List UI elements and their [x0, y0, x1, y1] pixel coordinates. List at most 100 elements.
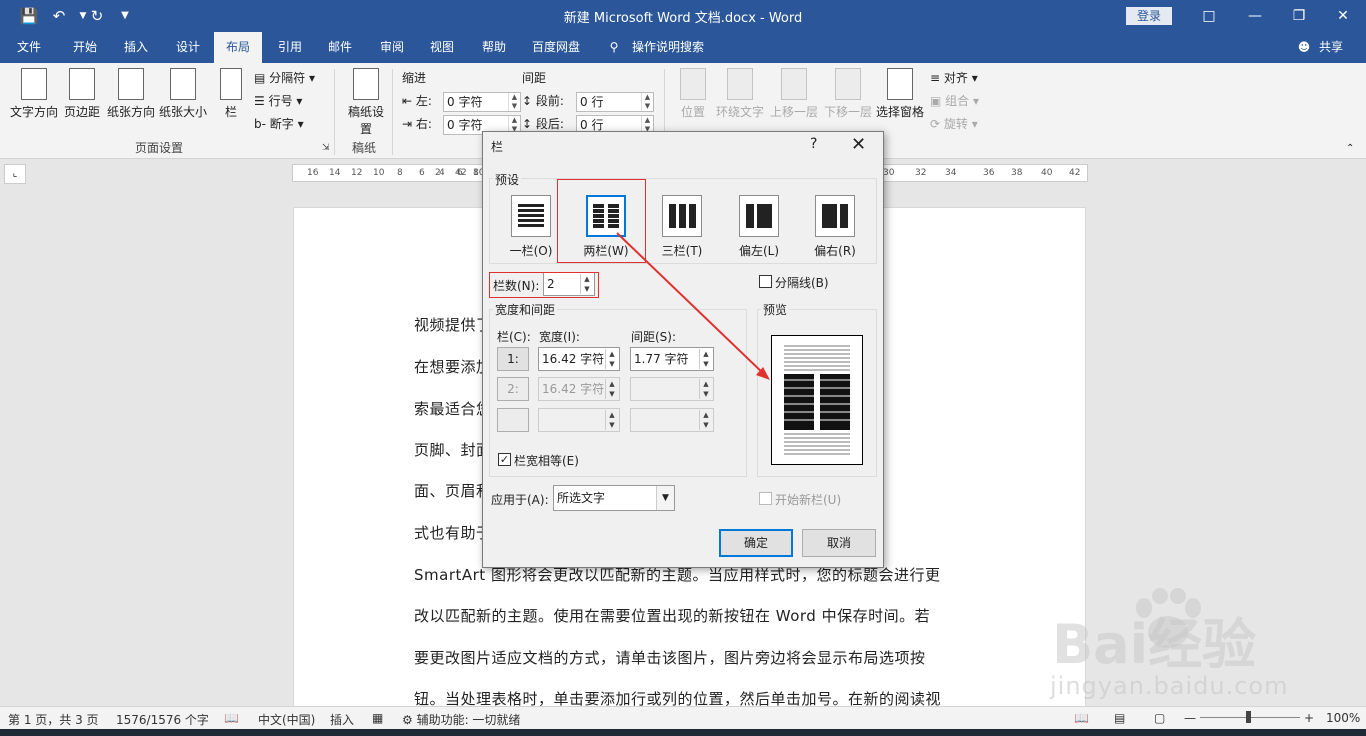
tab-references[interactable]: 引用 — [268, 32, 312, 63]
margins-button[interactable]: 页边距 — [62, 68, 102, 120]
margins-icon — [69, 68, 95, 100]
start-new-column-checkbox[interactable] — [759, 492, 772, 505]
text-direction-button[interactable]: 文字方向 — [8, 68, 60, 120]
word-count[interactable]: 1576/1576 个字 — [116, 711, 209, 728]
line-numbers-button[interactable]: ☰ 行号 ▾ — [254, 91, 302, 111]
insert-mode[interactable]: 插入 — [330, 711, 354, 728]
tell-me-search[interactable]: 操作说明搜索 — [632, 32, 712, 63]
web-layout-icon[interactable]: ▢ — [1154, 711, 1165, 725]
size-button[interactable]: 纸张大小 — [158, 68, 208, 120]
equal-width-label[interactable]: 栏宽相等(E) — [514, 452, 579, 469]
restore-icon[interactable]: ❐ — [1276, 0, 1322, 32]
col-1-width-input[interactable]: 16.42 字符 ▲ ▼ — [538, 347, 620, 371]
zoom-slider-thumb[interactable] — [1246, 711, 1251, 723]
group-button[interactable]: ▣ 组合 ▾ — [930, 91, 979, 111]
spinner-arrows-icon[interactable]: ▲ ▼ — [699, 349, 712, 369]
print-layout-icon[interactable]: ▤ — [1114, 711, 1125, 725]
spinner-arrows-icon[interactable]: ▲ ▼ — [605, 379, 618, 399]
indent-left-input[interactable]: 0 字符 ▲ ▼ — [443, 92, 521, 112]
send-backward-button[interactable]: 下移一层 — [822, 68, 874, 120]
ribbon-display-options-icon[interactable]: □ — [1186, 0, 1232, 32]
preset-one-label[interactable]: 一栏(O) — [501, 242, 561, 259]
send-backward-icon — [835, 68, 861, 100]
col-row-3[interactable] — [497, 408, 529, 432]
accessibility-status[interactable]: ⚙ 辅助功能: 一切就绪 — [402, 711, 520, 728]
read-mode-icon[interactable]: 📖 — [1074, 711, 1089, 725]
start-new-column-label[interactable]: 开始新栏(U) — [775, 491, 841, 508]
close-icon[interactable]: ✕ — [851, 134, 866, 155]
page-setup-launcher-icon[interactable]: ⇲ — [322, 143, 330, 153]
col-2-width-input[interactable]: 16.42 字符 ▲ ▼ — [538, 377, 620, 401]
tab-mailings[interactable]: 邮件 — [318, 32, 362, 63]
col-1-spacing-input[interactable]: 1.77 字符 ▲ ▼ — [630, 347, 714, 371]
draft-group-label: 稿纸 — [352, 141, 377, 155]
cancel-button[interactable]: 取消 — [802, 529, 876, 557]
tab-design[interactable]: 设计 — [166, 32, 210, 63]
preset-left-label[interactable]: 偏左(L) — [729, 242, 789, 259]
proofing-icon[interactable]: 📖 — [224, 711, 239, 725]
tab-review[interactable]: 审阅 — [370, 32, 414, 63]
spinner-arrows-icon[interactable]: ▲ ▼ — [508, 93, 520, 111]
spinner-arrows-icon[interactable]: ▲ ▼ — [699, 410, 712, 430]
preset-right-label[interactable]: 偏右(R) — [805, 242, 865, 259]
col-3-spacing-input[interactable]: ▲ ▼ — [630, 408, 714, 432]
chevron-down-icon[interactable]: ▼ — [656, 486, 674, 510]
preset-one-icon[interactable] — [511, 195, 551, 237]
hyphenation-button[interactable]: b‐ 断字 ▾ — [254, 114, 304, 134]
tab-view[interactable]: 视图 — [420, 32, 464, 63]
col-row-1[interactable]: 1: — [497, 347, 529, 371]
language[interactable]: 中文(中国) — [258, 711, 315, 728]
tab-home[interactable]: 开始 — [62, 32, 108, 63]
tab-file[interactable]: 文件 — [8, 32, 50, 63]
line-between-label[interactable]: 分隔线(B) — [775, 274, 829, 291]
align-button[interactable]: ≡ 对齐 ▾ — [930, 68, 978, 88]
macro-icon[interactable]: ▦ — [372, 711, 383, 725]
col-row-2[interactable]: 2: — [497, 377, 529, 401]
selection-pane-icon — [887, 68, 913, 100]
preset-right-icon[interactable] — [815, 195, 855, 237]
apply-to-select[interactable]: 所选文字 ▼ — [553, 485, 675, 511]
zoom-in-icon[interactable]: + — [1304, 711, 1314, 725]
col-3-width-input[interactable]: ▲ ▼ — [538, 408, 620, 432]
equal-width-checkbox[interactable]: ✓ — [498, 453, 511, 466]
preset-three-icon[interactable] — [662, 195, 702, 237]
tab-help[interactable]: 帮助 — [472, 32, 516, 63]
login-button[interactable]: 登录 — [1126, 7, 1172, 25]
preset-three-label[interactable]: 三栏(T) — [652, 242, 712, 259]
spacing-before-input[interactable]: 0 行 ▲ ▼ — [576, 92, 654, 112]
tab-layout[interactable]: 布局 — [214, 32, 262, 63]
spinner-arrows-icon[interactable]: ▲ ▼ — [605, 410, 618, 430]
preset-left-icon[interactable] — [739, 195, 779, 237]
position-button[interactable]: 位置 — [676, 68, 710, 120]
wrap-text-button[interactable]: 环绕文字 — [714, 68, 766, 120]
draft-paper-setup-button[interactable]: 稿纸设置 — [346, 68, 386, 137]
minimize-icon[interactable]: — — [1232, 0, 1278, 32]
breaks-button[interactable]: ▤ 分隔符 ▾ — [254, 68, 315, 88]
rotate-button[interactable]: ⟳ 旋转 ▾ — [930, 114, 978, 134]
zoom-level[interactable]: 100% — [1326, 711, 1360, 725]
spacing-before-icon: ↕ 段前: — [522, 94, 564, 108]
ok-button[interactable]: 确定 — [719, 529, 793, 557]
close-window-icon[interactable]: ✕ — [1320, 0, 1366, 32]
line-between-checkbox[interactable] — [759, 275, 772, 288]
spinner-arrows-icon[interactable]: ▲ ▼ — [605, 349, 618, 369]
collapse-ribbon-icon[interactable]: ⌃ — [1346, 139, 1354, 159]
col-2-spacing-input[interactable]: ▲ ▼ — [630, 377, 714, 401]
indent-label: 缩进 — [402, 71, 427, 85]
page-count[interactable]: 第 1 页，共 3 页 — [8, 711, 99, 728]
tab-insert[interactable]: 插入 — [114, 32, 158, 63]
tab-selector-icon[interactable]: ⌞ — [4, 164, 26, 184]
spinner-arrows-icon[interactable]: ▲ ▼ — [641, 93, 653, 111]
wrap-text-icon — [727, 68, 753, 100]
help-icon[interactable]: ? — [810, 136, 817, 152]
title-bar: 💾 ↶ ▼ ↻ ▼ 新建 Microsoft Word 文档.docx - Wo… — [0, 0, 1366, 32]
presets-label: 预设 — [493, 171, 522, 188]
columns-button[interactable]: 栏 — [216, 68, 246, 120]
bring-forward-button[interactable]: 上移一层 — [768, 68, 820, 120]
tab-baidu-netdisk[interactable]: 百度网盘 — [524, 32, 588, 63]
selection-pane-button[interactable]: 选择窗格 — [874, 68, 926, 120]
spinner-arrows-icon[interactable]: ▲ ▼ — [699, 379, 712, 399]
orientation-button[interactable]: 纸张方向 — [104, 68, 158, 120]
share-button[interactable]: 共享 — [1314, 32, 1348, 63]
zoom-out-icon[interactable]: — — [1184, 711, 1196, 725]
